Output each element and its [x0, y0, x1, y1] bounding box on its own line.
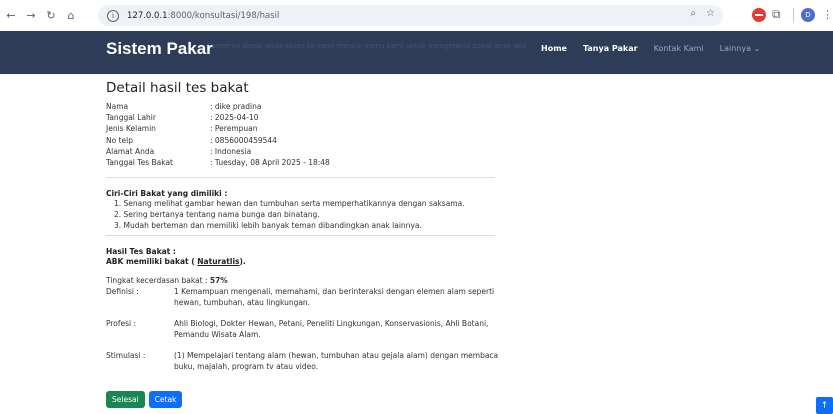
- nav-menu: Home Tanya Pakar Kontak Kami Lainnya ⌄: [541, 44, 760, 53]
- definition-row: Definisi :1 Kemampuan mengenali, memaham…: [106, 287, 495, 308]
- site-navbar: Sistem Pakar Sistem ini dapat anda akses…: [0, 31, 833, 74]
- home-icon[interactable]: ⌂: [64, 9, 78, 23]
- trait-item: 3. Mudah berteman dan memiliki lebih ban…: [114, 221, 422, 231]
- result-heading: Hasil Tes Bakat :: [106, 247, 176, 257]
- profile-row: Nama: dike pradina: [106, 102, 262, 111]
- profile-list: Nama: dike pradina Tanggal Lahir: 2025-0…: [106, 101, 526, 168]
- talent-level-value: 57%: [209, 276, 228, 286]
- profile-avatar-icon[interactable]: D: [801, 8, 815, 22]
- navbar-overlay-text: Sistem ini dapat anda akses ke kami mela…: [206, 42, 526, 50]
- result-detail: Detail hasil tes bakat Nama: dike pradin…: [106, 80, 526, 372]
- profile-row: No telp: 0856000459544: [106, 135, 277, 145]
- traits-heading: Ciri-Ciri Bakat yang dimiliki :: [106, 189, 228, 199]
- nav-lainnya[interactable]: Lainnya ⌄: [720, 44, 761, 53]
- trait-item: 2. Sering bertanya tentang nama bunga da…: [114, 210, 320, 220]
- toolbar-divider: [793, 8, 794, 22]
- browser-nav-buttons: ← → ↻ ⌂: [4, 9, 78, 23]
- scroll-to-top-icon[interactable]: ↑: [816, 397, 833, 414]
- extensions-puzzle-icon[interactable]: ⧉: [772, 7, 781, 22]
- profile-row: Tanggal Tes Bakat: Tuesday, 08 April 202…: [106, 157, 330, 167]
- cetak-button[interactable]: Cetak: [148, 391, 183, 408]
- profile-row: Tanggal Lahir: 2025-04-10: [106, 113, 259, 123]
- profile-row: Alamat Anda: Indonesia: [106, 146, 252, 156]
- browser-toolbar: ← → ↻ ⌂ i 127.0.0.1:8000/konsultasi/198/…: [0, 0, 833, 31]
- chevron-down-icon: ⌄: [753, 44, 761, 53]
- result-section: Hasil Tes Bakat : ABK memiliki bakat ( N…: [106, 247, 526, 372]
- profile-row: Jenis Kelamin: Perempuan: [106, 124, 258, 134]
- nav-home[interactable]: Home: [541, 44, 567, 53]
- browser-menu-icon[interactable]: ⋮: [822, 8, 833, 21]
- address-url[interactable]: 127.0.0.1:8000/konsultasi/198/hasil: [127, 11, 279, 21]
- trait-item: 1. Senang melihat gambar hewan dan tumbu…: [114, 199, 465, 209]
- adblock-extension-icon[interactable]: [752, 8, 766, 22]
- talent-name: Naturatlis: [197, 257, 240, 267]
- action-buttons: Selesai Cetak: [106, 391, 183, 408]
- bookmark-star-icon[interactable]: ☆: [706, 8, 715, 19]
- traits-section: Ciri-Ciri Bakat yang dimiliki : 1. Senan…: [106, 189, 526, 231]
- profession-row: Profesi : Ahli Biologi, Dokter Hewan, Pet…: [106, 319, 489, 340]
- forward-arrow-icon[interactable]: →: [24, 9, 38, 23]
- address-actions: ⌕ ☆: [690, 8, 715, 19]
- talent-result: ABK memiliki bakat ( Naturatlis).: [106, 257, 246, 267]
- address-bar[interactable]: i 127.0.0.1:8000/konsultasi/198/hasil ⌕ …: [98, 5, 723, 26]
- nav-kontak-kami[interactable]: Kontak Kami: [654, 44, 704, 53]
- page-title: Detail hasil tes bakat: [106, 80, 249, 96]
- divider: [106, 235, 495, 237]
- reload-icon[interactable]: ↻: [44, 9, 58, 23]
- zoom-icon[interactable]: ⌕: [690, 8, 696, 19]
- selesai-button[interactable]: Selesai: [106, 391, 145, 408]
- divider: [106, 177, 495, 179]
- stimulation-row: Stimulasi : (1) Mempelajari tentang alam …: [106, 351, 499, 372]
- back-arrow-icon[interactable]: ←: [4, 9, 18, 23]
- site-brand[interactable]: Sistem Pakar: [106, 39, 213, 59]
- site-info-icon[interactable]: i: [107, 9, 119, 22]
- nav-tanya-pakar[interactable]: Tanya Pakar: [583, 44, 638, 53]
- talent-level: Tingkat kecerdasan bakat : 57%: [106, 276, 228, 286]
